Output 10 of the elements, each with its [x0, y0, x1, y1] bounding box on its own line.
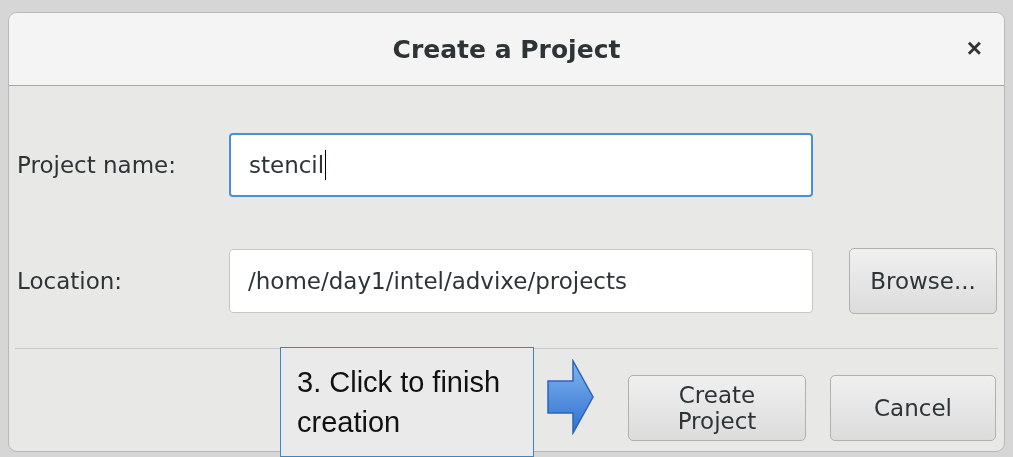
cancel-button[interactable]: Cancel	[830, 375, 996, 441]
arrow-icon	[547, 359, 595, 435]
callout-text: 3. Click to finish creation	[280, 347, 534, 457]
dialog-title: Create a Project	[392, 34, 621, 64]
field-label: Location:	[17, 268, 124, 294]
browse-button[interactable]: Browse...	[849, 248, 997, 314]
input-field[interactable]: /home/day1/intel/advixe/projects	[229, 249, 813, 313]
input-field[interactable]: stencil	[229, 133, 813, 197]
create-project-button[interactable]: Create Project	[628, 375, 806, 441]
field-label: Project name:	[17, 152, 177, 178]
